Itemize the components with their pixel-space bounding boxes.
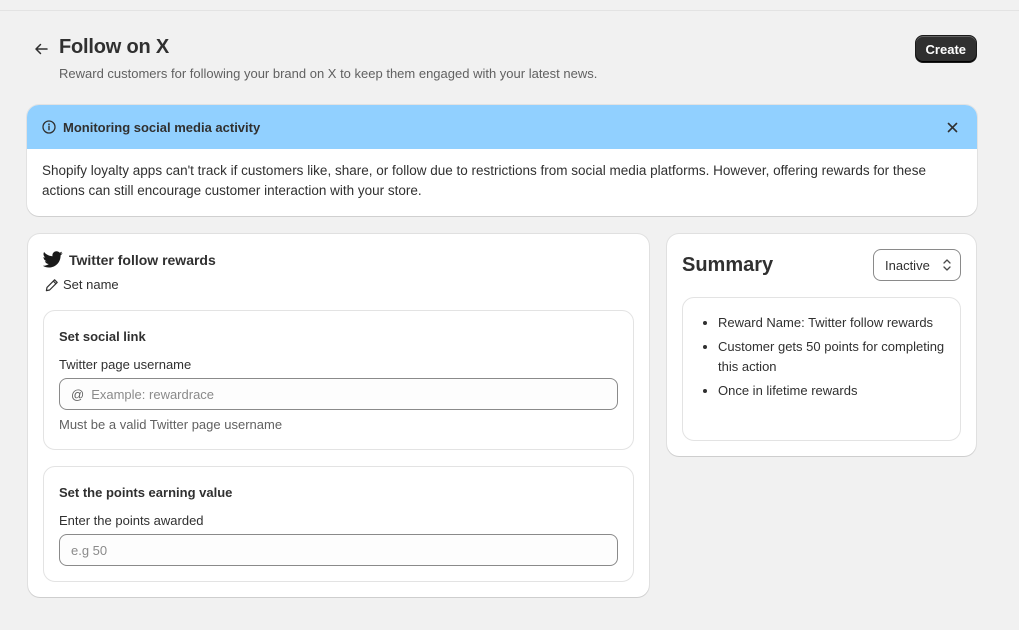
status-select[interactable]: Inactive xyxy=(873,249,961,281)
info-banner: Monitoring social media activity Shopify… xyxy=(27,105,977,216)
summary-list-box: Reward Name: Twitter follow rewards Cust… xyxy=(682,297,961,441)
summary-card: Summary Inactive Reward Name: Twitter fo… xyxy=(667,234,976,456)
points-field[interactable] xyxy=(59,534,618,566)
social-link-title: Set social link xyxy=(59,329,146,344)
summary-item: Once in lifetime rewards xyxy=(718,381,945,401)
banner-close-button[interactable] xyxy=(942,117,962,137)
points-label: Enter the points awarded xyxy=(59,513,204,528)
chevron-up-down-icon xyxy=(942,258,952,272)
at-prefix: @ xyxy=(71,386,85,402)
summary-title: Summary xyxy=(682,254,774,276)
set-name-label: Set name xyxy=(63,277,119,292)
pencil-icon xyxy=(45,278,58,291)
username-label: Twitter page username xyxy=(59,357,192,372)
summary-list: Reward Name: Twitter follow rewards Cust… xyxy=(718,313,945,401)
page-title: Follow on X xyxy=(59,36,170,58)
twitter-bird-icon xyxy=(43,251,63,268)
reward-title: Twitter follow rewards xyxy=(69,251,216,268)
page-subtitle: Reward customers for following your bran… xyxy=(59,66,598,81)
username-help-text: Must be a valid Twitter page username xyxy=(59,417,283,432)
username-input[interactable] xyxy=(91,386,606,402)
points-input[interactable] xyxy=(71,542,606,558)
banner-title: Monitoring social media activity xyxy=(63,119,261,135)
points-section: Set the points earning value Enter the p… xyxy=(43,466,634,582)
close-icon xyxy=(947,122,957,132)
reward-header: Twitter follow rewards xyxy=(43,251,216,268)
create-button[interactable]: Create xyxy=(914,35,977,63)
status-value: Inactive xyxy=(885,257,930,273)
reward-card: Twitter follow rewards Set name Set soci… xyxy=(28,234,649,597)
info-icon xyxy=(42,120,56,134)
arrow-left-icon xyxy=(35,43,48,55)
top-divider xyxy=(0,10,1019,11)
username-field[interactable]: @ xyxy=(59,378,618,410)
page-header: Follow on X Reward customers for followi… xyxy=(28,34,977,84)
summary-item: Reward Name: Twitter follow rewards xyxy=(718,313,945,333)
points-title: Set the points earning value xyxy=(59,485,233,500)
banner-body: Shopify loyalty apps can't track if cust… xyxy=(42,163,926,198)
set-name-button[interactable]: Set name xyxy=(45,277,119,292)
back-button[interactable] xyxy=(28,38,54,60)
social-link-section: Set social link Twitter page username @ … xyxy=(43,310,634,450)
banner-header: Monitoring social media activity xyxy=(27,105,977,149)
summary-item: Customer gets 50 points for completing t… xyxy=(718,337,945,377)
